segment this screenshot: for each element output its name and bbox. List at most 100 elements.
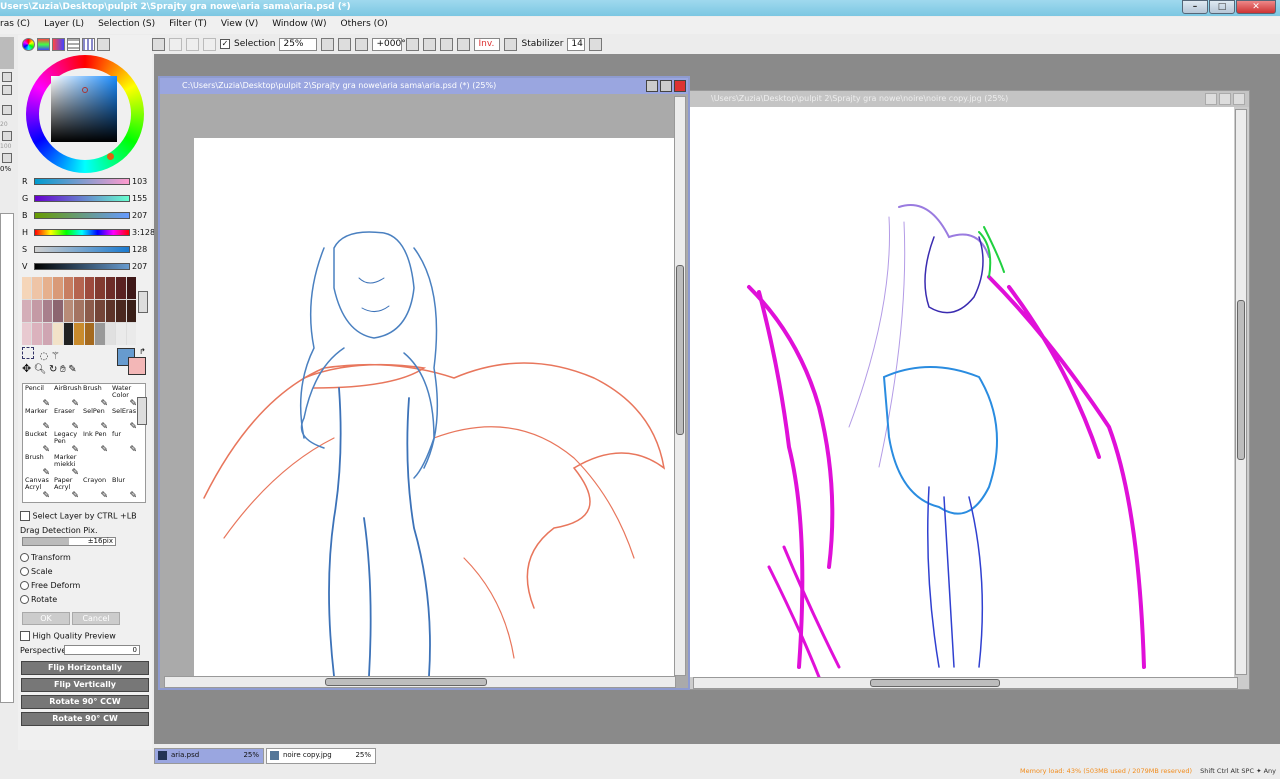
color-swatch[interactable] xyxy=(84,300,95,322)
canvas-noire[interactable] xyxy=(689,107,1234,677)
document-window-noire[interactable]: \Users\Zuzia\Desktop\pulpit 2\Sprajty gr… xyxy=(688,90,1250,690)
rotate-left-icon[interactable] xyxy=(406,37,420,51)
drag-detection-slider[interactable]: ±16pix xyxy=(22,537,116,546)
layer-option-button[interactable] xyxy=(2,131,12,141)
brush-tool-fur[interactable]: fur ✎ xyxy=(112,431,140,455)
color-swatch[interactable] xyxy=(95,300,105,322)
color-swatch[interactable] xyxy=(116,277,126,299)
brush-tool-selpen[interactable]: SelPen ✎ xyxy=(83,408,111,432)
color-swatch[interactable] xyxy=(63,277,74,299)
brush-tool-marker-miekki[interactable]: Marker miekki ✎ xyxy=(54,454,82,478)
rotate-radio[interactable]: Rotate xyxy=(20,595,57,604)
tab-noire[interactable]: noire copy.jpg 25% xyxy=(266,748,376,764)
color-swatch[interactable] xyxy=(84,323,95,345)
zoom-select[interactable]: 25% xyxy=(279,37,318,51)
color-swatch[interactable] xyxy=(74,300,84,322)
rotate-icon[interactable]: ↻ xyxy=(49,364,57,375)
mixer-tab-icon[interactable] xyxy=(97,38,110,51)
hsv-slider-tab-icon[interactable] xyxy=(52,38,65,51)
color-swatch[interactable] xyxy=(32,323,42,345)
menu-filter[interactable]: Filter (T) xyxy=(169,19,207,34)
doc-minimize-icon[interactable] xyxy=(646,80,658,92)
secondary-color-swatch[interactable] xyxy=(128,357,146,375)
color-swatch[interactable] xyxy=(84,277,95,299)
blue-slider[interactable]: B 207 xyxy=(18,210,152,222)
rotate-cw-button[interactable]: Rotate 90° CW xyxy=(21,712,149,726)
ok-button[interactable]: OK xyxy=(22,612,70,625)
swap-colors-icon[interactable]: ↱ xyxy=(139,347,146,356)
flip-view-icon[interactable] xyxy=(457,37,471,51)
rotate-ccw-button[interactable]: Rotate 90° CCW xyxy=(21,695,149,709)
scroll-thumb[interactable] xyxy=(676,265,684,435)
transform-radio[interactable]: Transform xyxy=(20,553,71,562)
scroll-thumb[interactable] xyxy=(1237,300,1245,460)
brush-tool-brush[interactable]: Brush ✎ xyxy=(83,385,111,409)
flip-horizontally-button[interactable]: Flip Horizontally xyxy=(21,661,149,675)
color-swatch[interactable] xyxy=(42,323,53,345)
cancel-button[interactable]: Cancel xyxy=(72,612,120,625)
zoom-out-icon[interactable] xyxy=(321,37,335,51)
hue-slider[interactable]: H 3:128 xyxy=(18,227,155,239)
menu-selection[interactable]: Selection (S) xyxy=(98,19,155,34)
swatch-scrollbar[interactable] xyxy=(138,291,148,313)
zoom-reset-icon[interactable] xyxy=(355,37,369,51)
invert-selection-icon[interactable] xyxy=(203,37,216,51)
scratchpad-tab-icon[interactable] xyxy=(82,38,95,51)
doc-maximize-icon[interactable] xyxy=(1219,93,1231,105)
canvas-aria[interactable] xyxy=(194,138,676,676)
aria-vertical-scrollbar[interactable] xyxy=(674,96,686,676)
tab-aria[interactable]: aria.psd 25% xyxy=(154,748,264,764)
brush-tool-paper-acryl[interactable]: Paper Acryl ✎ xyxy=(54,477,82,501)
color-swatch[interactable] xyxy=(32,300,42,322)
layer-option-button[interactable] xyxy=(2,72,12,82)
layer-list[interactable] xyxy=(0,213,14,703)
stabilizer-dropdown-icon[interactable] xyxy=(589,37,603,51)
color-swatch[interactable] xyxy=(126,323,136,345)
color-swatch[interactable] xyxy=(126,277,136,299)
menu-layer[interactable]: Layer (L) xyxy=(44,19,84,34)
color-swatch[interactable] xyxy=(53,323,63,345)
brush-tool-brush[interactable]: Brush ✎ xyxy=(25,454,53,478)
brush-tool-water-color[interactable]: Water Color ✎ xyxy=(112,385,140,409)
color-swatch[interactable] xyxy=(22,277,32,299)
brush-tool-airbrush[interactable]: AirBrush ✎ xyxy=(54,385,82,409)
zoom-icon[interactable]: 🔍︎ xyxy=(34,364,47,375)
color-swatch[interactable] xyxy=(74,323,84,345)
eyedropper-icon[interactable]: ✎ xyxy=(68,364,76,375)
brush-tool-blur[interactable]: Blur ✎ xyxy=(112,477,140,501)
menu-canvas[interactable]: ras (C) xyxy=(0,19,30,34)
color-swatch[interactable] xyxy=(42,277,53,299)
menu-window[interactable]: Window (W) xyxy=(272,19,326,34)
noire-horizontal-scrollbar[interactable] xyxy=(693,677,1238,689)
lasso-icon[interactable]: ◌ xyxy=(40,351,49,362)
doc-close-icon[interactable] xyxy=(1233,93,1245,105)
color-swatch[interactable] xyxy=(116,323,126,345)
flip-vertically-button[interactable]: Flip Vertically xyxy=(21,678,149,692)
brush-tool-bucket[interactable]: Bucket ✎ xyxy=(25,431,53,455)
color-swatch[interactable] xyxy=(53,300,63,322)
color-swatch[interactable] xyxy=(53,277,63,299)
noire-vertical-scrollbar[interactable] xyxy=(1235,109,1247,675)
scale-radio[interactable]: Scale xyxy=(20,567,53,576)
brush-tool-marker[interactable]: Marker ✎ xyxy=(25,408,53,432)
minimize-button[interactable]: – xyxy=(1182,0,1208,14)
maximize-button[interactable]: □ xyxy=(1209,0,1235,14)
color-picker-marker[interactable] xyxy=(82,87,88,93)
saturation-value-square[interactable] xyxy=(51,76,117,142)
undo-icon[interactable] xyxy=(152,37,165,51)
red-slider[interactable]: R 103 xyxy=(18,176,152,188)
brush-tool-legacy-pen[interactable]: Legacy Pen ✎ xyxy=(54,431,82,455)
redo-icon[interactable] xyxy=(169,37,182,51)
select-layer-option[interactable]: Select Layer by CTRL +LB xyxy=(20,511,137,521)
doc-maximize-icon[interactable] xyxy=(660,80,672,92)
green-slider[interactable]: G 155 xyxy=(18,193,152,205)
brush-scrollbar[interactable] xyxy=(137,397,147,425)
doc-close-icon[interactable] xyxy=(674,80,686,92)
swatch-tab-icon[interactable] xyxy=(67,38,80,51)
brush-tool-eraser[interactable]: Eraser ✎ xyxy=(54,408,82,432)
layer-option-button[interactable] xyxy=(2,85,12,95)
color-swatch[interactable] xyxy=(22,300,32,322)
color-swatch[interactable] xyxy=(63,323,74,345)
magic-wand-icon[interactable]: ⚚ xyxy=(51,351,60,362)
free-deform-radio[interactable]: Free Deform xyxy=(20,581,80,590)
